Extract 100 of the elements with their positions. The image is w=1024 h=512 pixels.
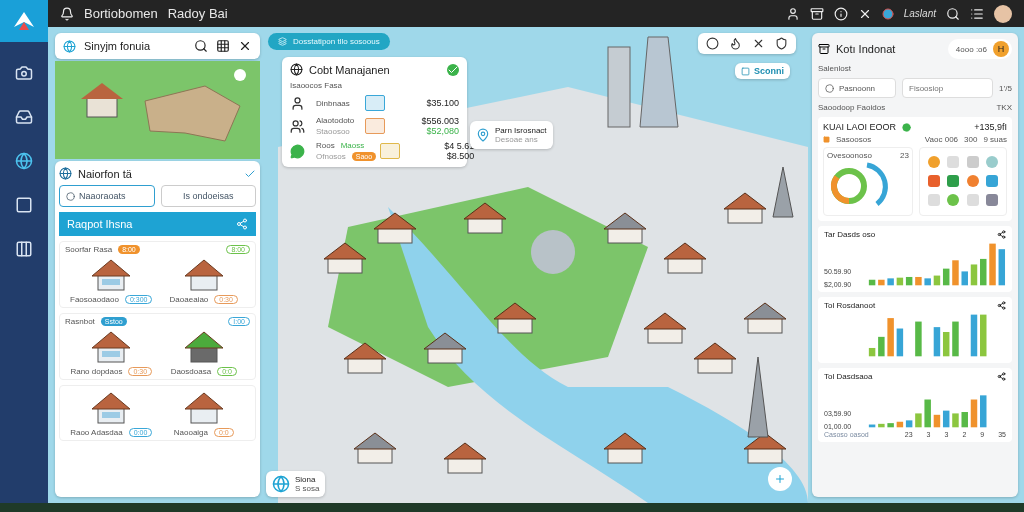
chart-title: Tol Dasdsaoa [824, 372, 873, 381]
user-icon[interactable] [785, 6, 800, 21]
house-drawing [603, 212, 647, 244]
layers-icon [278, 37, 287, 46]
tooltip-subtitle: Desoae ans [495, 135, 539, 144]
account-name[interactable]: Laslant [903, 8, 936, 19]
globe-icon [272, 475, 290, 493]
search-icon[interactable] [194, 39, 208, 53]
building-label: Rano dopdaos [70, 367, 123, 376]
summary-value: +135,9fI [974, 122, 1007, 132]
cost-change: $8.500 [446, 151, 475, 161]
close-icon[interactable] [238, 39, 252, 53]
house-drawing [743, 432, 787, 464]
shape-icon[interactable] [946, 174, 961, 188]
plus-icon [774, 472, 786, 486]
flame-icon[interactable] [729, 37, 742, 50]
archive-icon [818, 43, 830, 55]
person-icon [290, 95, 305, 111]
cost-note: Staoosoo [316, 127, 350, 136]
shape-icon[interactable] [965, 174, 980, 188]
summary-stat: Vaoc 006 [924, 135, 959, 144]
house-drawing [643, 312, 687, 344]
logo-icon [13, 11, 35, 31]
house-drawing [343, 342, 387, 374]
panel-title: Kotı Indonat [836, 43, 896, 55]
tooltip-title: Parn Isrosnact [495, 126, 547, 135]
building-label: Daoaeaiao [169, 295, 209, 304]
circle-icon [66, 191, 75, 201]
house-drawing [603, 432, 647, 464]
cost-amount: $4 5.61 [444, 141, 475, 151]
shape-icon[interactable] [984, 193, 999, 207]
summary-stat: 300 [964, 135, 978, 144]
house-drawing [353, 432, 397, 464]
donut-title: Ovesoonoso [827, 151, 872, 160]
summary-title: KUAI LAOI EOOR [823, 122, 897, 132]
search-card-title: Sinyjm fonuia [84, 40, 151, 52]
house-drawing [323, 242, 367, 274]
avatar[interactable] [994, 4, 1012, 23]
shape-icon[interactable] [984, 174, 999, 188]
house-drawing [373, 212, 417, 244]
info-icon[interactable] [833, 6, 848, 21]
square-icon [741, 66, 750, 76]
section-header-title: Raqpot Ihsna [67, 218, 133, 230]
people-icon [290, 118, 305, 134]
status-pill[interactable]: 4ooo :o6 H [947, 39, 1012, 59]
inbox-icon[interactable] [15, 108, 33, 126]
house-drawing [693, 342, 737, 374]
grid-icon[interactable] [216, 39, 230, 53]
cost-card-title: Cobt Manajanen [309, 63, 390, 76]
scene-badge: Sconni [735, 63, 790, 79]
globe-icon [63, 39, 76, 53]
cost-change: $52,080 [426, 126, 459, 136]
summary-stat: 9 suas [983, 135, 1007, 144]
columns-icon[interactable] [15, 240, 33, 258]
cost-amount: $556.003 [421, 116, 459, 126]
camera-icon[interactable] [15, 64, 33, 82]
cost-name: Alaotodoto [316, 116, 355, 125]
house-drawing [423, 332, 467, 364]
house-drawing [743, 302, 787, 334]
shape-icon[interactable] [927, 174, 941, 188]
cost-note: Ofnosos [316, 152, 346, 161]
shield-icon[interactable] [775, 37, 788, 50]
input-field[interactable]: Fisoosiop [902, 78, 994, 98]
cost-amount: $35.100 [426, 98, 459, 108]
bell-icon[interactable] [60, 6, 74, 21]
character-count: 1’/5 [999, 83, 1012, 93]
donut-count: 23 [900, 151, 909, 160]
location-card-title: Naiorfon tä [78, 167, 132, 180]
app-title: Bortiobomen [84, 6, 158, 21]
list-icon[interactable] [970, 6, 984, 21]
building-label: Daosdoasa [170, 367, 212, 376]
cost-extra: Maoss [340, 141, 365, 150]
circle-icon[interactable] [706, 37, 719, 50]
globe-icon[interactable] [15, 152, 33, 170]
legend-label: Sasoosos [836, 135, 872, 144]
tab[interactable]: Naaoraoats [59, 185, 155, 207]
avatar[interactable]: H [993, 41, 1009, 57]
house-drawing [723, 192, 767, 224]
cost-name: Roos [316, 141, 335, 150]
cost-card-subtitle: Isaoocos Fasa [290, 81, 344, 90]
house-drawing [443, 442, 487, 474]
house-drawing [663, 242, 707, 274]
archive-icon[interactable] [809, 6, 824, 21]
check-icon [447, 63, 459, 76]
chart-title: Tar Dasds oso [824, 230, 876, 239]
map-badge-subtitle: S sosa [295, 484, 320, 493]
search-icon[interactable] [946, 6, 960, 21]
house-drawing [463, 202, 507, 234]
select-field[interactable]: Pasnoonn [818, 78, 896, 98]
circle-icon [825, 83, 834, 93]
chat-bubble-icon [290, 143, 305, 159]
tab[interactable]: Is ondoeisas [160, 185, 256, 207]
square-icon[interactable] [15, 196, 33, 214]
roundabout-drawing [531, 230, 575, 274]
globe-icon [59, 167, 72, 180]
globe-icon [290, 63, 303, 76]
close-icon[interactable] [752, 37, 765, 50]
building-label: Faosoaodaoo [70, 295, 119, 304]
section-title: Saoodoop Faoidos [818, 103, 886, 112]
panel-label: Salenlost [818, 64, 852, 73]
